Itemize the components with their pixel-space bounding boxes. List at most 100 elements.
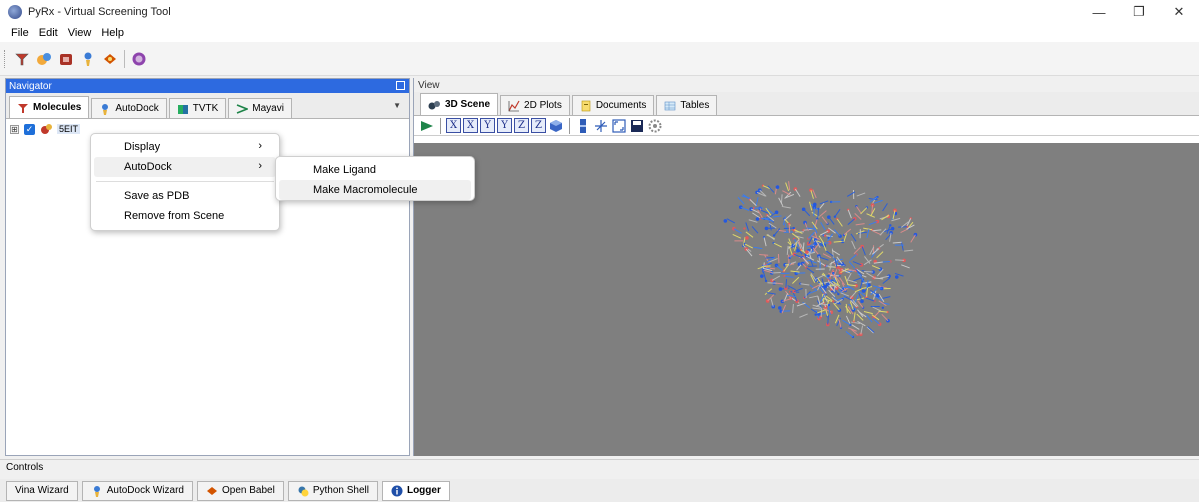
- toolbar-grip[interactable]: [4, 49, 7, 68]
- view-x-negative-button[interactable]: X: [463, 118, 478, 133]
- atom-dot: [894, 275, 899, 279]
- menu-edit[interactable]: Edit: [34, 27, 63, 39]
- bond-line: [836, 218, 843, 227]
- bond-line: [904, 249, 914, 252]
- bond-line: [803, 208, 811, 217]
- tab-autodock-wizard[interactable]: AutoDock Wizard: [81, 480, 193, 501]
- load-molecule-icon[interactable]: [14, 51, 30, 67]
- settings-gear-icon[interactable]: [647, 118, 663, 134]
- view-y-negative-button[interactable]: Y: [497, 118, 512, 133]
- menu-item-save-as-pdb[interactable]: Save as PDB: [94, 186, 276, 206]
- bond-line: [812, 307, 822, 310]
- visibility-checkbox[interactable]: ✓: [24, 123, 35, 135]
- 3d-scene-viewport[interactable]: [414, 143, 1199, 456]
- bond-line: [838, 318, 842, 328]
- menu-view[interactable]: View: [63, 27, 97, 39]
- autodock-submenu: Make Ligand Make Macromolecule: [275, 156, 475, 201]
- bond-line: [808, 259, 817, 264]
- tab-open-babel-label: Open Babel: [221, 485, 275, 496]
- bond-line: [876, 251, 884, 259]
- bond-line: [867, 326, 875, 333]
- menu-item-display[interactable]: Display ›: [94, 137, 276, 157]
- view-z-positive-button[interactable]: Z: [514, 118, 529, 133]
- open-babel-icon[interactable]: [102, 51, 118, 67]
- tab-3d-scene[interactable]: 3D Scene: [420, 93, 499, 115]
- bond-line: [861, 246, 866, 256]
- navigator-header: Navigator: [6, 79, 409, 93]
- autodock-icon: [93, 485, 100, 497]
- bond-line: [773, 228, 781, 236]
- bond-line: [809, 201, 813, 211]
- tab-open-babel[interactable]: Open Babel: [196, 480, 284, 501]
- tab-3d-scene-label: 3D Scene: [445, 99, 491, 110]
- open-babel-icon: [206, 486, 217, 495]
- menu-item-remove-from-scene[interactable]: Remove from Scene: [94, 206, 276, 226]
- bond-line: [792, 276, 800, 284]
- menu-item-make-ligand-label: Make Ligand: [313, 164, 376, 176]
- bond-line: [849, 254, 857, 261]
- minimize-button[interactable]: —: [1079, 0, 1119, 24]
- bond-line: [870, 208, 876, 217]
- menu-separator: [96, 181, 274, 182]
- tab-molecules[interactable]: Molecules: [9, 96, 90, 118]
- view-x-positive-button[interactable]: X: [446, 118, 461, 133]
- protein-structure-render[interactable]: [414, 143, 1199, 456]
- tab-list-dropdown-icon[interactable]: ▼: [393, 101, 401, 110]
- menu-item-make-macromolecule[interactable]: Make Macromolecule: [279, 180, 471, 200]
- close-button[interactable]: ✕: [1159, 0, 1199, 24]
- menu-item-make-ligand[interactable]: Make Ligand: [279, 160, 471, 180]
- bond-line: [752, 212, 761, 219]
- maximize-button[interactable]: ❐: [1119, 0, 1159, 24]
- bond-line: [809, 295, 819, 299]
- bond-line: [851, 324, 860, 330]
- tab-autodock[interactable]: AutoDock: [91, 98, 167, 118]
- isometric-view-icon[interactable]: [548, 118, 564, 134]
- view-y-positive-button[interactable]: Y: [480, 118, 495, 133]
- bond-line: [865, 297, 875, 302]
- select-arrow-icon[interactable]: [419, 118, 435, 134]
- python-shell-icon[interactable]: [131, 51, 147, 67]
- bond-line: [866, 228, 870, 238]
- fullscreen-icon[interactable]: [611, 118, 627, 134]
- protein-icon[interactable]: [58, 51, 74, 67]
- tab-python-shell[interactable]: Python Shell: [287, 480, 378, 501]
- tab-mayavi[interactable]: Mayavi: [228, 98, 292, 118]
- bond-line: [853, 312, 856, 322]
- view-title: View: [418, 79, 440, 91]
- bond-line: [796, 302, 806, 307]
- bond-line: [807, 231, 815, 239]
- bond-line: [788, 181, 791, 191]
- autodock-icon[interactable]: [80, 51, 96, 67]
- restore-panel-icon[interactable]: [396, 81, 405, 90]
- tab-documents[interactable]: Documents: [571, 95, 655, 115]
- menu-file[interactable]: File: [6, 27, 34, 39]
- bond-line: [872, 306, 881, 312]
- bond-line: [881, 260, 891, 263]
- view-z-negative-button[interactable]: Z: [531, 118, 546, 133]
- menu-help[interactable]: Help: [96, 27, 129, 39]
- tab-logger[interactable]: Logger: [381, 480, 450, 501]
- expand-icon[interactable]: ⊞: [10, 124, 19, 134]
- parallel-projection-icon[interactable]: [575, 118, 591, 134]
- tab-tables[interactable]: Tables: [656, 95, 718, 115]
- autodock-icon: [102, 103, 109, 115]
- menu-item-autodock[interactable]: AutoDock ›: [94, 157, 276, 177]
- tab-tvtk[interactable]: TVTK: [168, 98, 227, 118]
- atom-dot: [777, 306, 782, 310]
- molecules-icon: [18, 103, 28, 113]
- bond-line: [901, 264, 910, 269]
- tree-row[interactable]: ⊞ ✓ 5EIT: [10, 123, 81, 135]
- bond-line: [769, 221, 772, 231]
- axes-icon[interactable]: [593, 118, 609, 134]
- molecule-label[interactable]: 5EIT: [57, 124, 81, 134]
- tab-2d-plots-label: 2D Plots: [524, 100, 562, 111]
- bond-line: [856, 313, 864, 321]
- bond-line: [800, 283, 810, 286]
- load-ligand-icon[interactable]: [36, 51, 52, 67]
- bond-line: [847, 209, 852, 219]
- bond-line: [755, 197, 759, 207]
- tab-2d-plots[interactable]: 2D Plots: [500, 95, 570, 115]
- toolbar-separator: [440, 117, 441, 134]
- tab-vina-wizard[interactable]: Vina Wizard: [6, 480, 78, 501]
- save-icon[interactable]: [629, 118, 645, 134]
